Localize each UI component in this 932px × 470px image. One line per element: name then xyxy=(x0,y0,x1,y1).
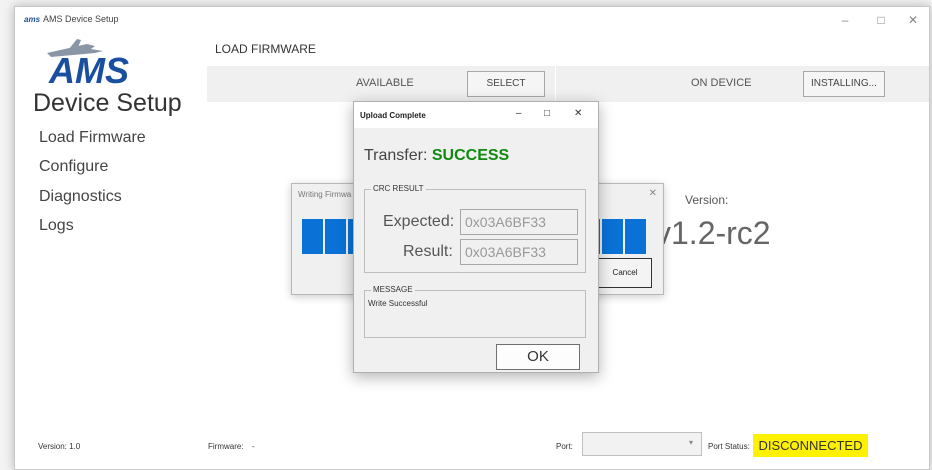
select-button[interactable]: SELECT xyxy=(467,71,545,97)
app-subtitle: Device Setup xyxy=(33,89,182,117)
message-text: Write Successful xyxy=(368,299,428,308)
writing-dialog-title: Writing Firmwa xyxy=(298,190,352,199)
nav-logs[interactable]: Logs xyxy=(39,217,74,235)
header-divider xyxy=(555,66,556,102)
section-title: LOAD FIRMWARE xyxy=(215,42,316,56)
result-label: Result: xyxy=(403,243,453,260)
nav-configure[interactable]: Configure xyxy=(39,158,108,176)
transfer-label: Transfer: xyxy=(364,147,428,164)
maximize-button[interactable]: □ xyxy=(867,11,895,29)
available-label: AVAILABLE xyxy=(356,77,414,89)
writing-dialog-close-icon[interactable]: ✕ xyxy=(649,188,657,199)
message-legend: MESSAGE xyxy=(371,285,415,294)
cancel-button[interactable]: Cancel xyxy=(598,258,652,288)
firmware-header-bar: AVAILABLE SELECT ON DEVICE INSTALLING... xyxy=(207,66,929,102)
main-window: ams AMS Device Setup – □ ✕ AMS Device Se… xyxy=(14,6,930,470)
port-status-badge: DISCONNECTED xyxy=(753,434,868,457)
progress-segment xyxy=(625,219,646,254)
title-bar: ams AMS Device Setup – □ ✕ xyxy=(15,7,929,33)
firmware-label: Firmware: xyxy=(208,442,244,451)
chevron-down-icon: ▾ xyxy=(688,438,693,447)
window-title: AMS Device Setup xyxy=(43,14,119,24)
on-device-label: ON DEVICE xyxy=(691,77,752,89)
dialog-minimize-button[interactable]: – xyxy=(516,108,522,119)
transfer-status: Transfer: SUCCESS xyxy=(364,147,509,165)
transfer-success: SUCCESS xyxy=(431,147,510,164)
expected-field: 0x03A6BF33 xyxy=(460,209,578,235)
progress-segment xyxy=(302,219,323,254)
close-button[interactable]: ✕ xyxy=(899,11,927,29)
upload-dialog-title: Upload Complete xyxy=(360,111,426,120)
version-value: v1.2-rc2 xyxy=(655,215,771,251)
crc-result-legend: CRC RESULT xyxy=(371,184,426,193)
version-label: Version: xyxy=(685,193,729,207)
port-status-label: Port Status: xyxy=(708,442,750,451)
message-group: MESSAGE Write Successful xyxy=(364,285,586,338)
upload-complete-dialog: Upload Complete – □ ✕ Transfer: SUCCESS … xyxy=(353,101,599,373)
app-logo-icon: ams xyxy=(24,15,41,24)
logo-text: AMS xyxy=(48,50,129,91)
minimize-button[interactable]: – xyxy=(831,11,859,29)
nav-diagnostics[interactable]: Diagnostics xyxy=(39,188,122,206)
port-label: Port: xyxy=(556,442,573,451)
result-field: 0x03A6BF33 xyxy=(460,239,578,265)
dialog-maximize-button[interactable]: □ xyxy=(544,108,550,119)
firmware-value: - xyxy=(252,442,255,451)
port-select[interactable]: ▾ xyxy=(582,432,702,456)
progress-segment xyxy=(325,219,346,254)
ok-button[interactable]: OK xyxy=(496,344,580,370)
progress-segment xyxy=(602,219,623,254)
installing-button[interactable]: INSTALLING... xyxy=(803,71,885,97)
expected-label: Expected: xyxy=(383,213,455,230)
app-version: Version: 1.0 xyxy=(38,442,81,451)
crc-result-group: CRC RESULT Expected: 0x03A6BF33 Result: … xyxy=(364,184,586,273)
nav-load-firmware[interactable]: Load Firmware xyxy=(39,129,146,147)
upload-dialog-titlebar: Upload Complete – □ ✕ xyxy=(354,102,598,128)
dialog-close-button[interactable]: ✕ xyxy=(574,108,582,119)
